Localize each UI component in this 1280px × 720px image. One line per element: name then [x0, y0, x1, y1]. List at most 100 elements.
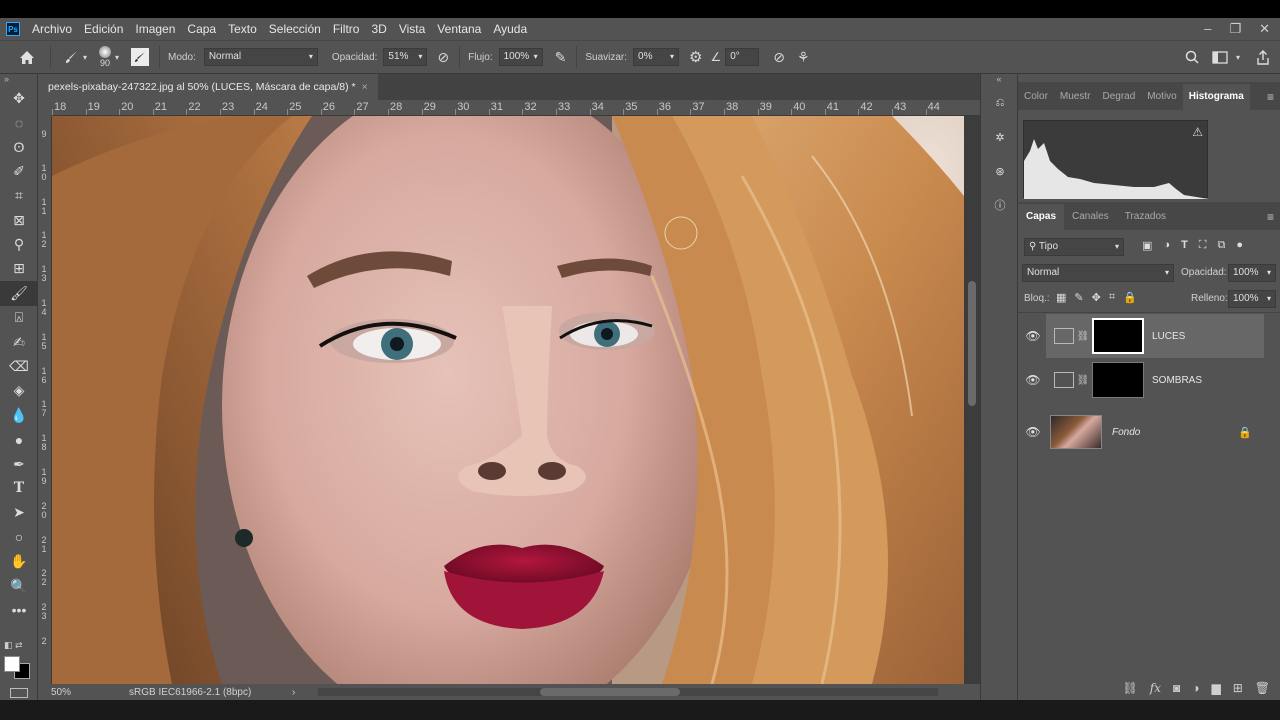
minimize-icon[interactable]: – [1204, 18, 1211, 40]
lasso-tool-icon[interactable]: ʘ [0, 135, 38, 159]
panel-menu-icon[interactable]: ≡ [1267, 210, 1274, 224]
type-filter-icon[interactable]: T [1181, 239, 1188, 252]
warning-icon[interactable]: ⚠ [1192, 125, 1203, 139]
zoom-level[interactable]: 50% [51, 687, 71, 698]
eraser-tool-icon[interactable]: ⌫ [0, 354, 38, 378]
menu-capa[interactable]: Capa [181, 18, 222, 40]
link-layers-icon[interactable]: ⛓ [1123, 681, 1138, 695]
eye-icon[interactable]: 👁 [1018, 329, 1048, 343]
fill-input[interactable]: 100% ▾ [1228, 290, 1276, 308]
layer-name[interactable]: SOMBRAS [1152, 375, 1202, 386]
type-tool-icon[interactable]: T [0, 476, 38, 500]
layer-opacity-input[interactable]: 100% ▾ [1228, 264, 1276, 282]
history-brush-tool-icon[interactable]: ✍ [0, 330, 38, 354]
share-icon[interactable] [1256, 49, 1270, 65]
lock-all-icon[interactable]: 🔒 [1123, 291, 1137, 304]
mode-select[interactable]: Normal ▾ [203, 48, 318, 66]
vertical-ruler[interactable]: 9 10 11 12 13 14 15 16 17 18 19 20 21 22 23 2 [38, 116, 52, 684]
smart-object-filter-icon[interactable]: ⧉ [1218, 239, 1226, 252]
horizontal-scroll-thumb[interactable] [540, 688, 680, 696]
chevron-down-icon[interactable]: ▾ [115, 53, 119, 62]
foreground-color-swatch[interactable] [4, 656, 20, 672]
layer-sombras[interactable]: 👁 ⛓ SOMBRAS [1018, 358, 1280, 402]
ruler-origin[interactable] [38, 100, 52, 116]
link-icon[interactable]: ⛓ [1076, 331, 1090, 342]
canvas-area[interactable] [52, 116, 980, 684]
status-menu-arrow-icon[interactable]: › [292, 687, 295, 698]
lock-transparent-icon[interactable]: ▦ [1056, 291, 1066, 304]
menu-filtro[interactable]: Filtro [327, 18, 366, 40]
shape-filter-icon[interactable]: ⛶ [1199, 239, 1207, 252]
layer-mask-thumbnail[interactable] [1092, 318, 1144, 354]
brush-tool-icon[interactable]: 🖌 [0, 281, 38, 306]
layer-name[interactable]: LUCES [1152, 331, 1185, 342]
menu-edicion[interactable]: Edición [78, 18, 129, 40]
pressure-size-icon[interactable]: ⊘ [773, 49, 785, 66]
lock-position-icon[interactable]: ✥ [1092, 291, 1101, 304]
smooth-input[interactable]: 0% ▾ [633, 48, 680, 66]
ellipse-tool-icon[interactable]: ○ [0, 525, 38, 549]
tab-color[interactable]: Color [1018, 84, 1054, 110]
close-icon[interactable]: ✕ [1259, 18, 1270, 40]
menu-vista[interactable]: Vista [393, 18, 431, 40]
pressure-opacity-icon[interactable]: ⊘ [437, 49, 449, 66]
tab-paths[interactable]: Trazados [1117, 204, 1174, 230]
menu-seleccion[interactable]: Selección [263, 18, 327, 40]
dodge-tool-icon[interactable]: ● [0, 427, 38, 451]
angle-input[interactable]: 0° [725, 48, 760, 66]
panel-menu-icon[interactable]: ≡ [1267, 90, 1274, 104]
tab-gradients[interactable]: Degrad [1096, 84, 1141, 110]
blend-mode-select[interactable]: Normal ▾ [1022, 264, 1174, 282]
brush-tool-icon[interactable] [63, 49, 79, 65]
vertical-scrollbar[interactable] [964, 116, 980, 684]
info-icon[interactable]: ⓘ [981, 188, 1019, 222]
eyedropper-tool-icon[interactable]: ⚲ [0, 232, 38, 256]
eye-icon[interactable]: 👁 [1018, 373, 1048, 387]
add-mask-icon[interactable]: ◙ [1173, 681, 1180, 695]
chevron-down-icon[interactable]: ▾ [1236, 53, 1240, 62]
adjustment-filter-icon[interactable]: ◑ [1163, 239, 1170, 252]
marquee-tool-icon[interactable]: ◌ [0, 110, 38, 134]
tab-histogram[interactable]: Histograma [1182, 84, 1250, 110]
collapse-icon[interactable]: « [981, 74, 1017, 86]
new-adjustment-icon[interactable]: ◑ [1192, 681, 1199, 695]
airbrush-icon[interactable]: ✎ [555, 49, 567, 66]
crop-tool-icon[interactable]: ⌗ [0, 184, 38, 208]
close-tab-icon[interactable]: × [362, 81, 368, 93]
move-tool-icon[interactable]: ✥ [0, 86, 38, 110]
opacity-input[interactable]: 51% ▾ [383, 48, 428, 66]
portrait-photo[interactable] [52, 116, 964, 684]
tab-layers[interactable]: Capas [1018, 204, 1065, 230]
clone-stamp-tool-icon[interactable]: ⍓ [0, 306, 38, 330]
tab-channels[interactable]: Canales [1064, 204, 1117, 230]
healing-brush-tool-icon[interactable]: ⊞ [0, 257, 38, 281]
quick-select-tool-icon[interactable]: ✐ [0, 159, 38, 183]
path-selection-tool-icon[interactable]: ➤ [0, 501, 38, 525]
vertical-scroll-thumb[interactable] [968, 281, 976, 406]
workspace-icon[interactable] [1212, 50, 1228, 64]
chevron-down-icon[interactable]: ▾ [83, 53, 87, 62]
layer-filter-select[interactable]: ⚲ Tipo ▾ [1024, 238, 1124, 256]
document-tab[interactable]: pexels-pixabay-247322.jpg al 50% (LUCES,… [38, 74, 378, 100]
menu-archivo[interactable]: Archivo [26, 18, 78, 40]
clone-source-panel-icon[interactable]: ⊛ [981, 154, 1019, 188]
collapse-icon[interactable]: » [0, 74, 37, 86]
horizontal-scrollbar[interactable] [318, 688, 938, 696]
paint-bucket-tool-icon[interactable]: ◈ [0, 379, 38, 403]
layer-name[interactable]: Fondo [1112, 427, 1140, 438]
horizontal-ruler[interactable]: 18 19 20 21 22 23 24 25 26 27 28 29 30 31 32 33 34 35 36 37… [52, 100, 980, 116]
default-colors-icon[interactable]: ◧ ⇄ [4, 640, 23, 651]
layer-fondo[interactable]: 👁 Fondo 🔒 [1018, 410, 1280, 454]
tab-patterns[interactable]: Motivo [1141, 84, 1182, 110]
menu-texto[interactable]: Texto [222, 18, 263, 40]
hand-tool-icon[interactable]: ✋ [0, 549, 38, 573]
lock-paint-icon[interactable]: ✎ [1074, 291, 1083, 304]
blur-tool-icon[interactable]: 💧 [0, 403, 38, 427]
brush-settings-icon[interactable] [131, 48, 150, 66]
eye-icon[interactable]: 👁 [1018, 425, 1048, 439]
tab-swatches[interactable]: Muestr [1054, 84, 1097, 110]
menu-ayuda[interactable]: Ayuda [487, 18, 533, 40]
restore-icon[interactable]: ❐ [1229, 18, 1241, 40]
zoom-tool-icon[interactable]: 🔍 [0, 574, 38, 598]
pixel-filter-icon[interactable]: ▣ [1142, 239, 1152, 252]
